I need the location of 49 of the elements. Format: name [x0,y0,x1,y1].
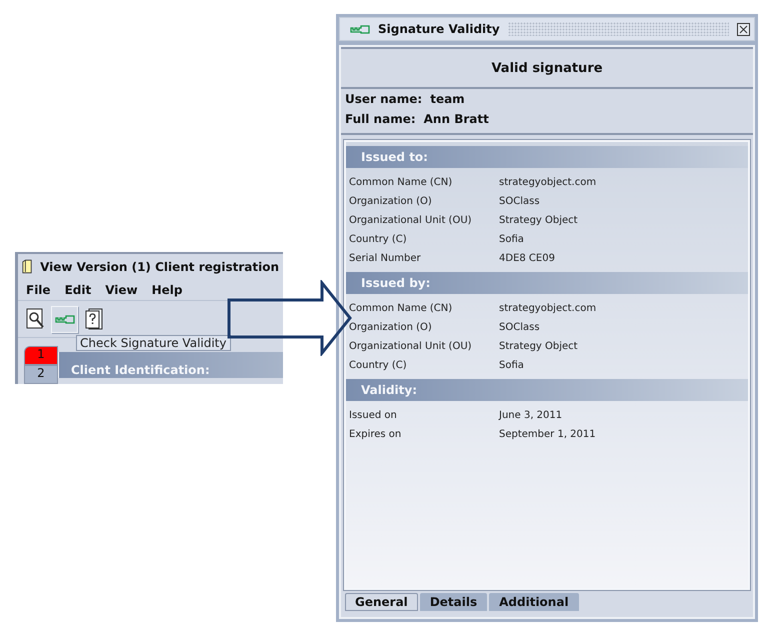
field-label: Common Name (CN) [349,303,454,314]
page-tab[interactable]: 1 [24,346,58,365]
help-icon [84,308,102,330]
field-label: Organizational Unit (OU) [349,341,473,352]
field-value: strategyobject.com [499,303,598,314]
section-title: Client Identification: [71,364,210,376]
page-tab[interactable]: 2 [24,365,58,384]
tab[interactable]: Additional [489,593,579,611]
field-label: Full name: [345,112,416,126]
field-label: Country (C) [349,360,408,371]
field-value: Strategy Object [499,215,579,226]
section-title: Issued by: [361,276,430,290]
key-icon [54,314,74,324]
field-value: 4DE8 CE09 [499,253,556,264]
field-label: User name: [345,92,422,106]
field-value: team [430,92,465,106]
dialog-title: Signature Validity [378,22,500,36]
status-text: Valid signature [491,60,603,76]
field-label: Expires on [349,429,402,440]
magnifier-icon [26,308,46,330]
field-value: SOClass [499,196,541,207]
menu-item[interactable]: View [105,283,138,298]
field-value: June 3, 2011 [499,410,564,421]
field-label: Organizational Unit (OU) [349,215,473,226]
field-value: SOClass [499,322,541,333]
field-value: September 1, 2011 [499,429,597,440]
field-label: Organization (O) [349,196,433,207]
tab[interactable]: General [345,593,418,611]
field-label: Issued on [349,410,398,421]
menu-item[interactable]: Edit [64,283,92,298]
field-label: Serial Number [349,253,422,264]
tooltip: Check Signature Validity [76,335,230,351]
field-value: Sofia [499,234,525,245]
tab[interactable]: Details [420,593,488,611]
key-icon [350,24,370,34]
menu-item[interactable]: File [26,283,51,298]
field-label: Organization (O) [349,322,433,333]
field-value: Strategy Object [499,341,579,352]
section-title: Validity: [361,383,418,397]
field-value: strategyobject.com [499,177,598,188]
field-label: Country (C) [349,234,408,245]
field-value: Sofia [499,360,525,371]
document-icon [22,258,32,276]
close-button[interactable] [737,22,750,36]
section-title: Issued to: [361,150,428,164]
window-title: View Version (1) Client registration [40,260,279,274]
field-value: Ann Bratt [424,112,489,126]
menu-item[interactable]: Help [152,283,183,298]
field-label: Common Name (CN) [349,177,454,188]
